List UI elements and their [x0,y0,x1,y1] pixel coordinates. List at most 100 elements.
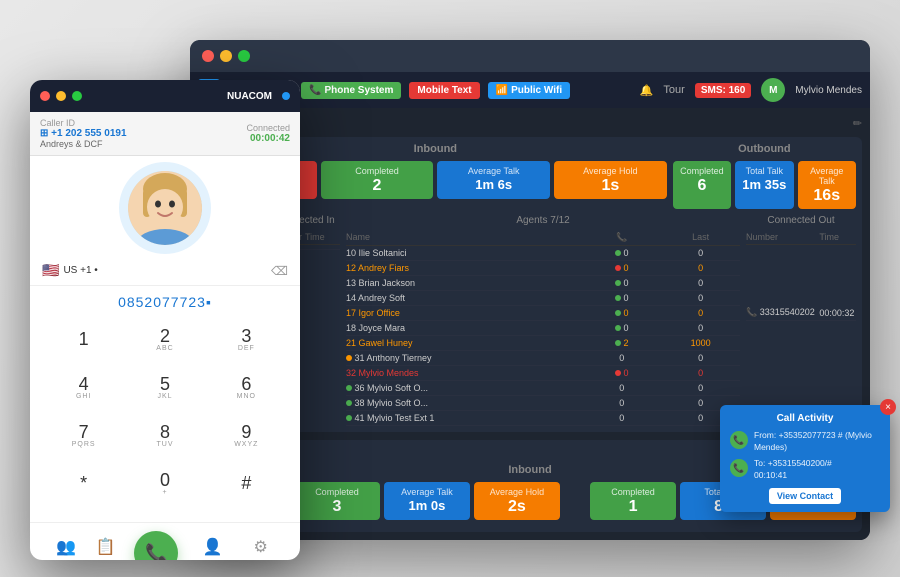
team-tab[interactable]: 👥 Team [55,537,77,560]
call-button[interactable]: 📞 [134,531,178,560]
out-avgtalk-label: Average Talk [804,166,850,186]
outbound-label: Outbound [673,143,856,155]
contact-tab[interactable]: 👤 Contact [197,537,228,560]
support-completed-card: Completed 3 [294,482,380,520]
agent-row-5: 18 Joyce Mara 0 0 [346,321,740,336]
avatar-svg [128,171,202,245]
dialed-number-display: 0852077723▪ [46,294,284,310]
minimize-traffic-light[interactable] [220,50,232,62]
status-dot [282,92,290,100]
outbound-avgtalk-card: Average Talk 16s [798,161,856,209]
connected-out-section: Connected Out Number Time 📞 33315540202 … [746,215,856,426]
agent-row-10: 38 Mylvio Soft O... 0 0 [346,396,740,411]
outbound-stats-row: Completed 6 Total Talk 1m 35s Average Ta… [673,161,856,209]
wifi-tag[interactable]: 📶 Public Wifi [488,82,570,99]
user-name: Mylvio Mendes [795,85,862,96]
dialer-minimize-button[interactable] [56,91,66,101]
phone-dialer: NUACOM Caller ID ⊞ +1 202 555 0191 Andre… [30,80,300,560]
call-activity-title: Call Activity [730,413,880,424]
dial-button-hash[interactable]: # [209,462,284,504]
user-avatar[interactable]: M [761,78,785,102]
agent-row-4: 17 Igor Office 0 0 [346,306,740,321]
dialer-close-button[interactable] [40,91,50,101]
dialer-fullscreen-button[interactable] [72,91,82,101]
outbound-totaltalk-card: Total Talk 1m 35s [735,161,793,209]
support-out-completed-card: Completed 1 [590,482,676,520]
caller-id-label: Caller ID ⊞ +1 202 555 0191 Andreys & DC… [40,118,127,149]
dial-button-1[interactable]: 1 [46,318,121,360]
totaltalk-label: Total Talk [741,166,787,176]
contact-avatar [128,171,202,245]
agent-row-0: 10 Ilie Soltanici 0 0 [346,246,740,261]
contact-avatar-ring [125,168,205,248]
agent-row-6: 21 Gawel Huney 2 1000 [346,336,740,351]
agent-row-3: 14 Andrey Soft 0 0 [346,291,740,306]
dialer-header: NUACOM [30,80,300,112]
mobile-text-tag[interactable]: Mobile Text [409,82,479,99]
out-avgtalk-value: 16s [804,188,850,204]
agents-label: Agents 7/12 [346,215,740,226]
dial-button-8[interactable]: 8 TUV [127,414,202,456]
tour-label[interactable]: Tour [663,84,684,96]
dialer-logo: NUACOM [227,91,272,102]
inbound-completed-card: Completed 2 [321,161,434,199]
call-to-icon: 📞 [730,459,748,477]
dialpad: 0852077723▪ 1 2 ABC 3 DEF 4 GHI 5 JKL [30,286,300,522]
agent-row-11: 41 Mylvio Test Ext 1 0 0 [346,411,740,426]
avghold-value: 1s [560,178,661,194]
agent-table-area: Waiting 0 ver Time Connected In Number T… [204,215,856,426]
totaltalk-value: 1m 35s [741,178,787,191]
call-from-icon: 📞 [730,431,748,449]
avghold-label: Average Hold [560,166,661,176]
caller-bar: Caller ID ⊞ +1 202 555 0191 Andreys & DC… [30,112,300,156]
dial-button-9[interactable]: 9 WXYZ [209,414,284,456]
completed-value: 2 [327,178,428,194]
conn-out-header: Number Time [746,230,856,245]
dial-button-2[interactable]: 2 ABC [127,318,202,360]
close-call-activity-button[interactable]: × [880,399,896,415]
inbound-avgtalk-card: Average Talk 1m 6s [437,161,550,199]
bell-icon[interactable]: 🔔 [640,84,654,97]
conn-out-row-1: 📞 33315540202 00:00:32 [746,305,856,321]
sms-badge[interactable]: SMS: 160 [695,83,751,98]
settings-tab[interactable]: ⚙ Setting [247,537,275,560]
dial-button-5[interactable]: 5 JKL [127,366,202,408]
support-avgtalk-card: Average Talk 1m 0s [384,482,470,520]
clear-input-button[interactable]: ⌫ [271,264,288,278]
out-completed-label: Completed [679,166,725,176]
completed-label: Completed [327,166,428,176]
nav-right: 🔔 Tour SMS: 160 M Mylvio Mendes [640,78,862,102]
phone-system-tag[interactable]: 📞 Phone System [301,82,401,99]
call-activity-popup: × Call Activity 📞 From: +35352077723 # (… [720,405,890,512]
outbound-completed-card: Completed 6 [673,161,731,209]
agent-row-7: 31 Anthony Tierney 0 0 [346,351,740,366]
dial-button-7[interactable]: 7 PQRS [46,414,121,456]
dialpad-grid: 1 2 ABC 3 DEF 4 GHI 5 JKL 6 MNO [46,318,284,504]
inbound-avghold-card: Average Hold 1s [554,161,667,199]
support-avghold-card: Average Hold 2s [474,482,560,520]
browser-titlebar [190,40,870,72]
connected-out-label: Connected Out [746,215,856,226]
avatar-area [30,156,300,256]
dial-button-4[interactable]: 4 GHI [46,366,121,408]
fullscreen-traffic-light[interactable] [238,50,250,62]
caller-number: ⊞ +1 202 555 0191 [40,128,127,139]
agent-row-8: 32 Mylvio Mendes 0 0 [346,366,740,381]
country-code[interactable]: US +1 • [63,265,97,276]
avgtalk-label: Average Talk [443,166,544,176]
dial-button-star[interactable]: * [46,462,121,504]
dial-button-3[interactable]: 3 DEF [209,318,284,360]
agents-section: Agents 7/12 Name 📞 Last 10 Ilie Soltanic… [346,215,740,426]
call-from-row: 📞 From: +35352077723 # (Mylvio Mendes) [730,430,880,454]
agent-row-9: 36 Mylvio Soft O... 0 0 [346,381,740,396]
dial-button-0[interactable]: 0 + [127,462,202,504]
close-traffic-light[interactable] [202,50,214,62]
out-completed-value: 6 [679,178,725,194]
dial-button-6[interactable]: 6 MNO [209,366,284,408]
edit-icon[interactable]: ✏ [853,117,862,130]
view-contact-button[interactable]: View Contact [769,488,841,504]
avgtalk-value: 1m 6s [443,178,544,191]
flag-icon: 🇺🇸 [42,262,59,279]
calls-tab[interactable]: 📋 Calls [96,537,116,560]
agent-row-2: 13 Brian Jackson 0 0 [346,276,740,291]
